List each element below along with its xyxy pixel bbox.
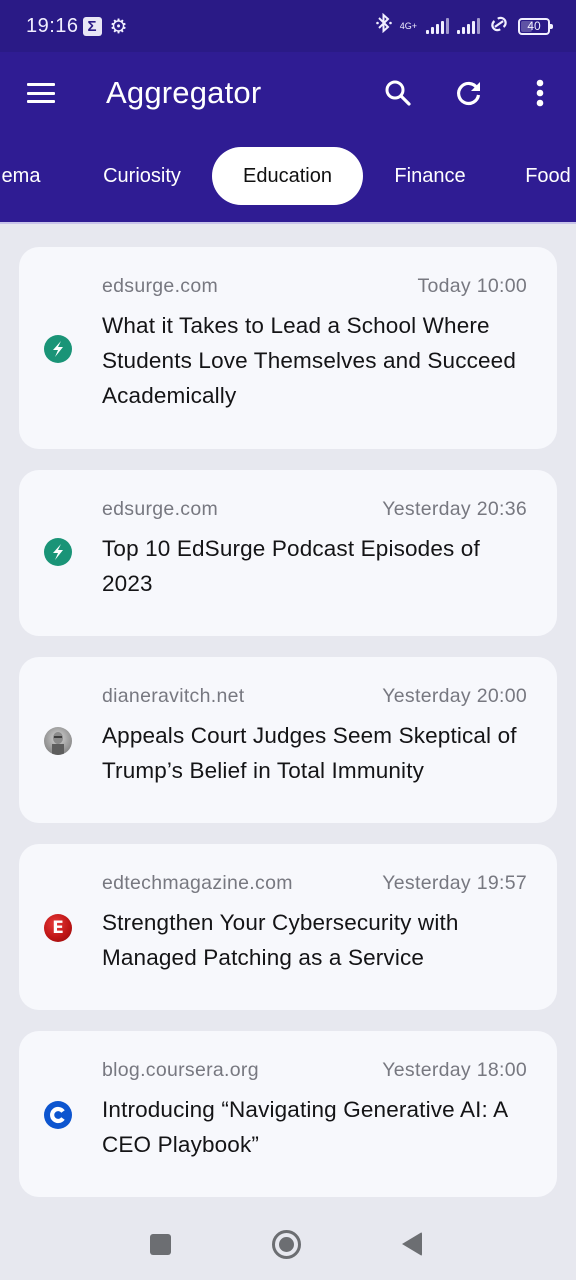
article-time: Yesterday 20:36 [382, 498, 527, 520]
sigma-notification-icon: Σ [82, 16, 102, 36]
article-source: dianeravitch.net [102, 685, 245, 707]
system-navigation-bar [0, 1206, 576, 1280]
settings-gear-icon: ⚙ [109, 15, 128, 38]
app-bar: Aggregator [0, 52, 576, 134]
article-time: Yesterday 20:00 [382, 685, 527, 707]
network-label: 4G+ [399, 20, 417, 31]
back-button[interactable] [394, 1228, 430, 1260]
article-title: Top 10 EdSurge Podcast Episodes of 2023 [102, 536, 480, 596]
menu-button[interactable] [13, 65, 69, 121]
edsurge-lightning-icon [44, 335, 72, 363]
article-card[interactable]: dianeravitch.net Yesterday 20:00 Appeals… [19, 657, 557, 823]
tab-food[interactable]: Food [510, 147, 576, 205]
hamburger-menu-icon [27, 83, 55, 103]
status-bar: 19:16 Σ ⚙ 4G+ 40 [0, 0, 576, 52]
article-card[interactable]: blog.coursera.org Yesterday 18:00 Introd… [19, 1031, 557, 1197]
back-triangle-icon [402, 1232, 422, 1256]
edsurge-lightning-icon [44, 538, 72, 566]
home-button[interactable] [268, 1228, 304, 1260]
status-icons: 4G+ 40 [375, 12, 553, 39]
article-source: edsurge.com [102, 275, 219, 297]
article-feed: edsurge.com Today 10:00 What it Takes to… [19, 247, 557, 1218]
tab-curiosity[interactable]: Curiosity [84, 147, 200, 205]
article-source: edsurge.com [102, 498, 219, 520]
tab-finance[interactable]: Finance [377, 147, 483, 205]
article-time: Yesterday 19:57 [382, 872, 527, 894]
home-circle-icon [271, 1229, 301, 1259]
signal-strength-icon [426, 18, 449, 34]
network-type: 4G+ [399, 20, 418, 31]
article-title: Appeals Court Judges Seem Skeptical of T… [102, 723, 517, 783]
article-time: Today 10:00 [417, 275, 527, 297]
tab-education[interactable]: Education [212, 147, 363, 205]
coursera-c-icon [44, 1101, 72, 1129]
refresh-icon [457, 81, 481, 106]
article-source: blog.coursera.org [102, 1059, 259, 1081]
search-icon [385, 80, 411, 106]
app-title: Aggregator [106, 75, 262, 110]
more-vert-icon [536, 79, 544, 107]
article-card[interactable]: edsurge.com Yesterday 20:36 Top 10 EdSur… [19, 470, 557, 636]
edtech-et-letter: E [52, 918, 64, 938]
article-time: Yesterday 18:00 [382, 1059, 527, 1081]
signal-strength-icon-2 [457, 18, 480, 34]
article-title: Strengthen Your Cybersecurity with Manag… [102, 910, 459, 970]
battery-level: 40 [527, 19, 541, 33]
article-title: What it Takes to Lead a School Where Stu… [102, 313, 516, 408]
hotspot-link-icon [488, 15, 510, 38]
category-tabs: ema Curiosity Education Finance Food [0, 134, 576, 224]
battery-icon: 40 [518, 17, 553, 35]
dianeravitch-avatar-icon [44, 727, 72, 755]
refresh-button[interactable] [441, 65, 497, 121]
recents-button[interactable] [142, 1228, 178, 1260]
status-time: 19:16 [26, 14, 79, 37]
article-card[interactable]: E edtechmagazine.com Yesterday 19:57 Str… [19, 844, 557, 1010]
more-options-button[interactable] [512, 65, 568, 121]
tab-cinema[interactable]: ema [0, 147, 52, 205]
article-title: Introducing “Navigating Generative AI: A… [102, 1097, 507, 1157]
search-button[interactable] [370, 65, 426, 121]
bluetooth-icon [375, 12, 392, 39]
edtech-et-icon: E [44, 914, 72, 942]
recents-square-icon [149, 1233, 171, 1255]
tabs-divider [0, 222, 576, 224]
article-card[interactable]: edsurge.com Today 10:00 What it Takes to… [19, 247, 557, 449]
article-source: edtechmagazine.com [102, 872, 293, 894]
